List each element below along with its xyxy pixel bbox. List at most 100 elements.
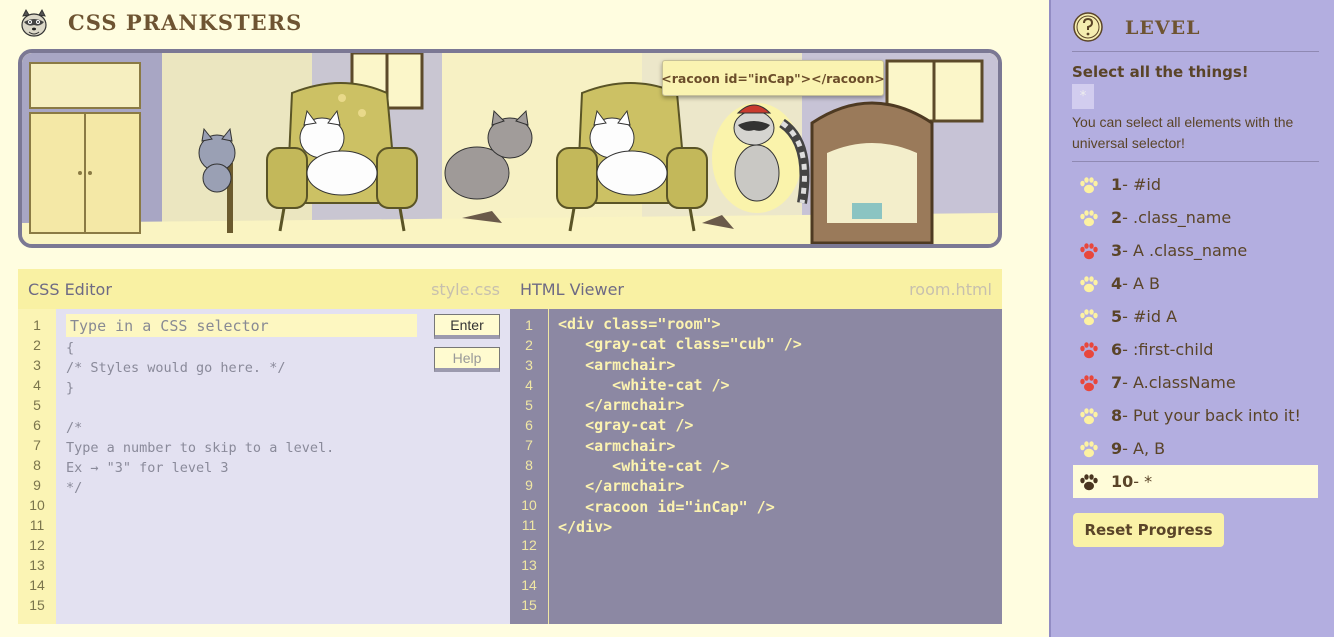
paw-icon [1080,341,1098,358]
line-number: 2 [525,337,533,353]
level-label: - A .class_name [1122,241,1248,260]
gray-cat-cub [198,127,236,193]
help-button[interactable]: Help [434,347,500,372]
line-number: 1 [33,317,41,333]
enter-button[interactable]: Enter [434,314,500,339]
code-line: <armchair> [558,436,676,455]
line-number: 6 [525,417,533,433]
css-editor: 123456789101112131415 {/* Styles would g… [18,309,510,624]
paw-icon [1080,275,1098,292]
level-heading: Level [1125,17,1201,39]
level-number: 9 [1111,439,1123,458]
level-number: 8 [1111,406,1123,425]
paw-icon [1080,209,1098,226]
level-label: - A, B [1122,439,1166,458]
line-number: 3 [33,357,41,373]
level-label: - Put your back into it! [1122,406,1301,425]
code-line: <gray-cat /> [558,416,694,435]
paw-icon [1080,374,1098,391]
level-number: 10 [1111,472,1134,491]
css-editor-title: CSS Editor [28,279,112,299]
level-label: - * [1133,472,1153,491]
paw-icon [1080,176,1098,193]
line-number: 7 [525,437,533,453]
code-line: </armchair> [558,396,685,415]
line-number: 11 [29,517,45,533]
paw-icon [1080,473,1098,490]
line-number: 14 [29,577,45,593]
line-number: 4 [33,377,41,393]
app-title: CSS Pranksters [68,10,303,35]
code-line: </div> [558,517,613,536]
line-number: 11 [521,517,537,533]
level-item-6[interactable]: 6 - :first-child [1073,333,1318,366]
line-number: 14 [521,577,537,593]
html-viewer-header: HTML Viewer room.html [510,269,1002,309]
line-number: 12 [29,537,45,553]
code-line: */ [66,480,83,496]
raccoon-logo-icon [21,8,47,37]
code-line: } [66,380,75,396]
level-label: - #id [1122,175,1162,194]
level-hint: You can select all elements with the uni… [1072,114,1294,151]
html-line-numbers: 1 2 3 4 5 6 7 8 9 10 11 12 13 14 15 [510,309,549,624]
code-line: <racoon id="inCap" /> [558,497,775,516]
code-line: <armchair> [558,355,676,374]
level-label: - #id A [1122,307,1178,326]
css-selector-input[interactable] [66,314,417,337]
line-number: 6 [33,417,41,433]
line-number: 8 [525,457,533,473]
level-item-9[interactable]: 9 - A, B [1073,432,1318,465]
level-item-5[interactable]: 5 - #id A [1073,300,1318,333]
level-item-8[interactable]: 8 - Put your back into it! [1073,399,1318,432]
code-line: </armchair> [558,477,685,496]
reset-progress-button[interactable]: Reset Progress [1073,513,1224,547]
html-viewer-title: HTML Viewer [520,279,624,299]
line-number: 15 [521,597,537,613]
level-list: 1 - #id 2 - .class_name 3 - A .class_name 4… [1073,168,1318,498]
code-line: { [66,340,75,356]
line-number: 1 [525,317,533,333]
line-number: 2 [33,337,41,353]
level-number: 2 [1111,208,1123,227]
css-editor-header: CSS Editor style.css [18,269,510,309]
level-syntax: * [1072,84,1094,109]
paw-icon [1080,440,1098,457]
code-line: Type a number to skip to a level. [66,440,335,456]
level-item-2[interactable]: 2 - .class_name [1073,201,1318,234]
line-number: 5 [525,397,533,413]
line-number: 9 [33,477,41,493]
level-name: Select all the things! [1072,63,1249,81]
line-number: 4 [525,377,533,393]
level-item-7[interactable]: 7 - A.className [1073,366,1318,399]
level-number: 4 [1111,274,1123,293]
html-viewer: 1 2 3 4 5 6 7 8 9 10 11 12 13 14 15 <div class="room">… [510,309,1002,624]
divider [1072,51,1319,52]
code-line: <white-cat /> [558,375,730,394]
code-line: <white-cat /> [558,457,730,476]
css-editor-filename: style.css [431,279,500,299]
line-number: 13 [29,557,45,573]
paw-icon [1080,242,1098,259]
level-item-4[interactable]: 4 - A B [1073,267,1318,300]
paw-icon [1080,407,1098,424]
level-item-10[interactable]: 10 - * [1073,465,1318,498]
line-number: 5 [33,397,41,413]
level-item-1[interactable]: 1 - #id [1073,168,1318,201]
code-line: <gray-cat class="cub" /> [558,335,802,354]
html-viewer-filename: room.html [909,279,992,299]
css-line-numbers: 1 2 3 4 5 6 7 8 9 10 11 12 13 14 15 [18,309,56,624]
line-number: 8 [33,457,41,473]
line-number: 10 [521,497,537,513]
line-number: 3 [525,357,533,373]
help-circle-icon[interactable] [1073,12,1103,42]
code-line: <div class="room"> [558,315,721,333]
level-label: - .class_name [1122,208,1232,227]
level-label: - A.className [1122,373,1236,392]
divider [1072,161,1319,162]
level-item-3[interactable]: 3 - A .class_name [1073,234,1318,267]
html-viewer-code: <div class="room"> <gray-cat class="cub"… [558,314,802,537]
logo [18,8,50,38]
level-number: 3 [1111,241,1123,260]
